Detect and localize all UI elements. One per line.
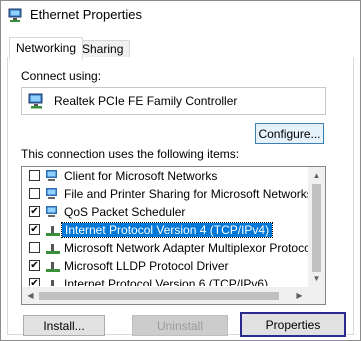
item-label: Internet Protocol Version 6 (TCP/IPv6) (64, 277, 269, 286)
configure-button[interactable]: Configure... (255, 123, 324, 144)
properties-dialog: Ethernet Properties Networking Sharing C… (0, 0, 361, 341)
client-icon (46, 170, 57, 181)
item-label: Microsoft LLDP Protocol Driver (64, 259, 229, 273)
item-label: Internet Protocol Version 4 (TCP/IPv4) (60, 222, 274, 238)
protocol-icon (46, 226, 60, 236)
item-label: Microsoft Network Adapter Multiplexor Pr… (64, 241, 314, 255)
item-label: File and Printer Sharing for Microsoft N… (64, 187, 313, 201)
network-adapter-icon (8, 8, 22, 22)
item-checkbox[interactable] (29, 242, 40, 253)
connect-using-label: Connect using: (21, 69, 102, 83)
scrollbar-corner (308, 287, 325, 304)
protocol-icon (51, 280, 54, 286)
item-label: QoS Packet Scheduler (64, 205, 186, 219)
list-item[interactable]: ✔ QoS Packet Scheduler (22, 204, 305, 220)
tab-networking[interactable]: Networking (9, 37, 84, 60)
item-checkbox[interactable]: ✔ (29, 224, 40, 235)
list-item[interactable]: File and Printer Sharing for Microsoft N… (22, 186, 313, 202)
window-title: Ethernet Properties (30, 7, 143, 22)
install-button[interactable]: Install... (23, 315, 105, 336)
adapter-field: Realtek PCIe FE Family Controller (21, 87, 326, 115)
scroll-down-icon[interactable]: ▼ (308, 270, 325, 287)
item-checkbox[interactable] (29, 170, 40, 181)
horizontal-scrollbar[interactable]: ◀ ▶ (22, 287, 308, 304)
scroll-right-icon[interactable]: ▶ (291, 287, 308, 304)
service-icon (46, 206, 57, 217)
scrollbar-thumb[interactable] (39, 292, 279, 300)
adapter-name: Realtek PCIe FE Family Controller (54, 94, 238, 108)
service-icon (46, 188, 57, 199)
list-item[interactable]: Microsoft Network Adapter Multiplexor Pr… (22, 240, 313, 256)
item-checkbox[interactable]: ✔ (29, 278, 40, 286)
network-adapter-icon (28, 93, 43, 109)
item-checkbox[interactable]: ✔ (29, 206, 40, 217)
protocol-icon (46, 262, 60, 272)
items-list[interactable]: Client for Microsoft Networks File and P… (21, 166, 326, 305)
protocol-icon (46, 244, 60, 254)
item-label: Client for Microsoft Networks (64, 169, 218, 183)
list-item[interactable]: ✔ Internet Protocol Version 4 (TCP/IPv4) (22, 222, 305, 238)
vertical-scrollbar[interactable]: ▲ ▼ (308, 167, 325, 287)
items-label: This connection uses the following items… (21, 147, 240, 161)
properties-button[interactable]: Properties (240, 312, 346, 337)
list-item[interactable]: ✔ Microsoft LLDP Protocol Driver (22, 258, 305, 274)
title-bar: Ethernet Properties (1, 1, 360, 28)
uninstall-button[interactable]: Uninstall (132, 315, 228, 336)
list-item[interactable]: ✔ Internet Protocol Version 6 (TCP/IPv6) (22, 276, 305, 286)
scroll-left-icon[interactable]: ◀ (22, 287, 39, 304)
item-checkbox[interactable] (29, 188, 40, 199)
scroll-up-icon[interactable]: ▲ (308, 167, 325, 184)
item-checkbox[interactable]: ✔ (29, 260, 40, 271)
scrollbar-thumb[interactable] (312, 184, 321, 272)
list-item[interactable]: Client for Microsoft Networks (22, 168, 305, 184)
